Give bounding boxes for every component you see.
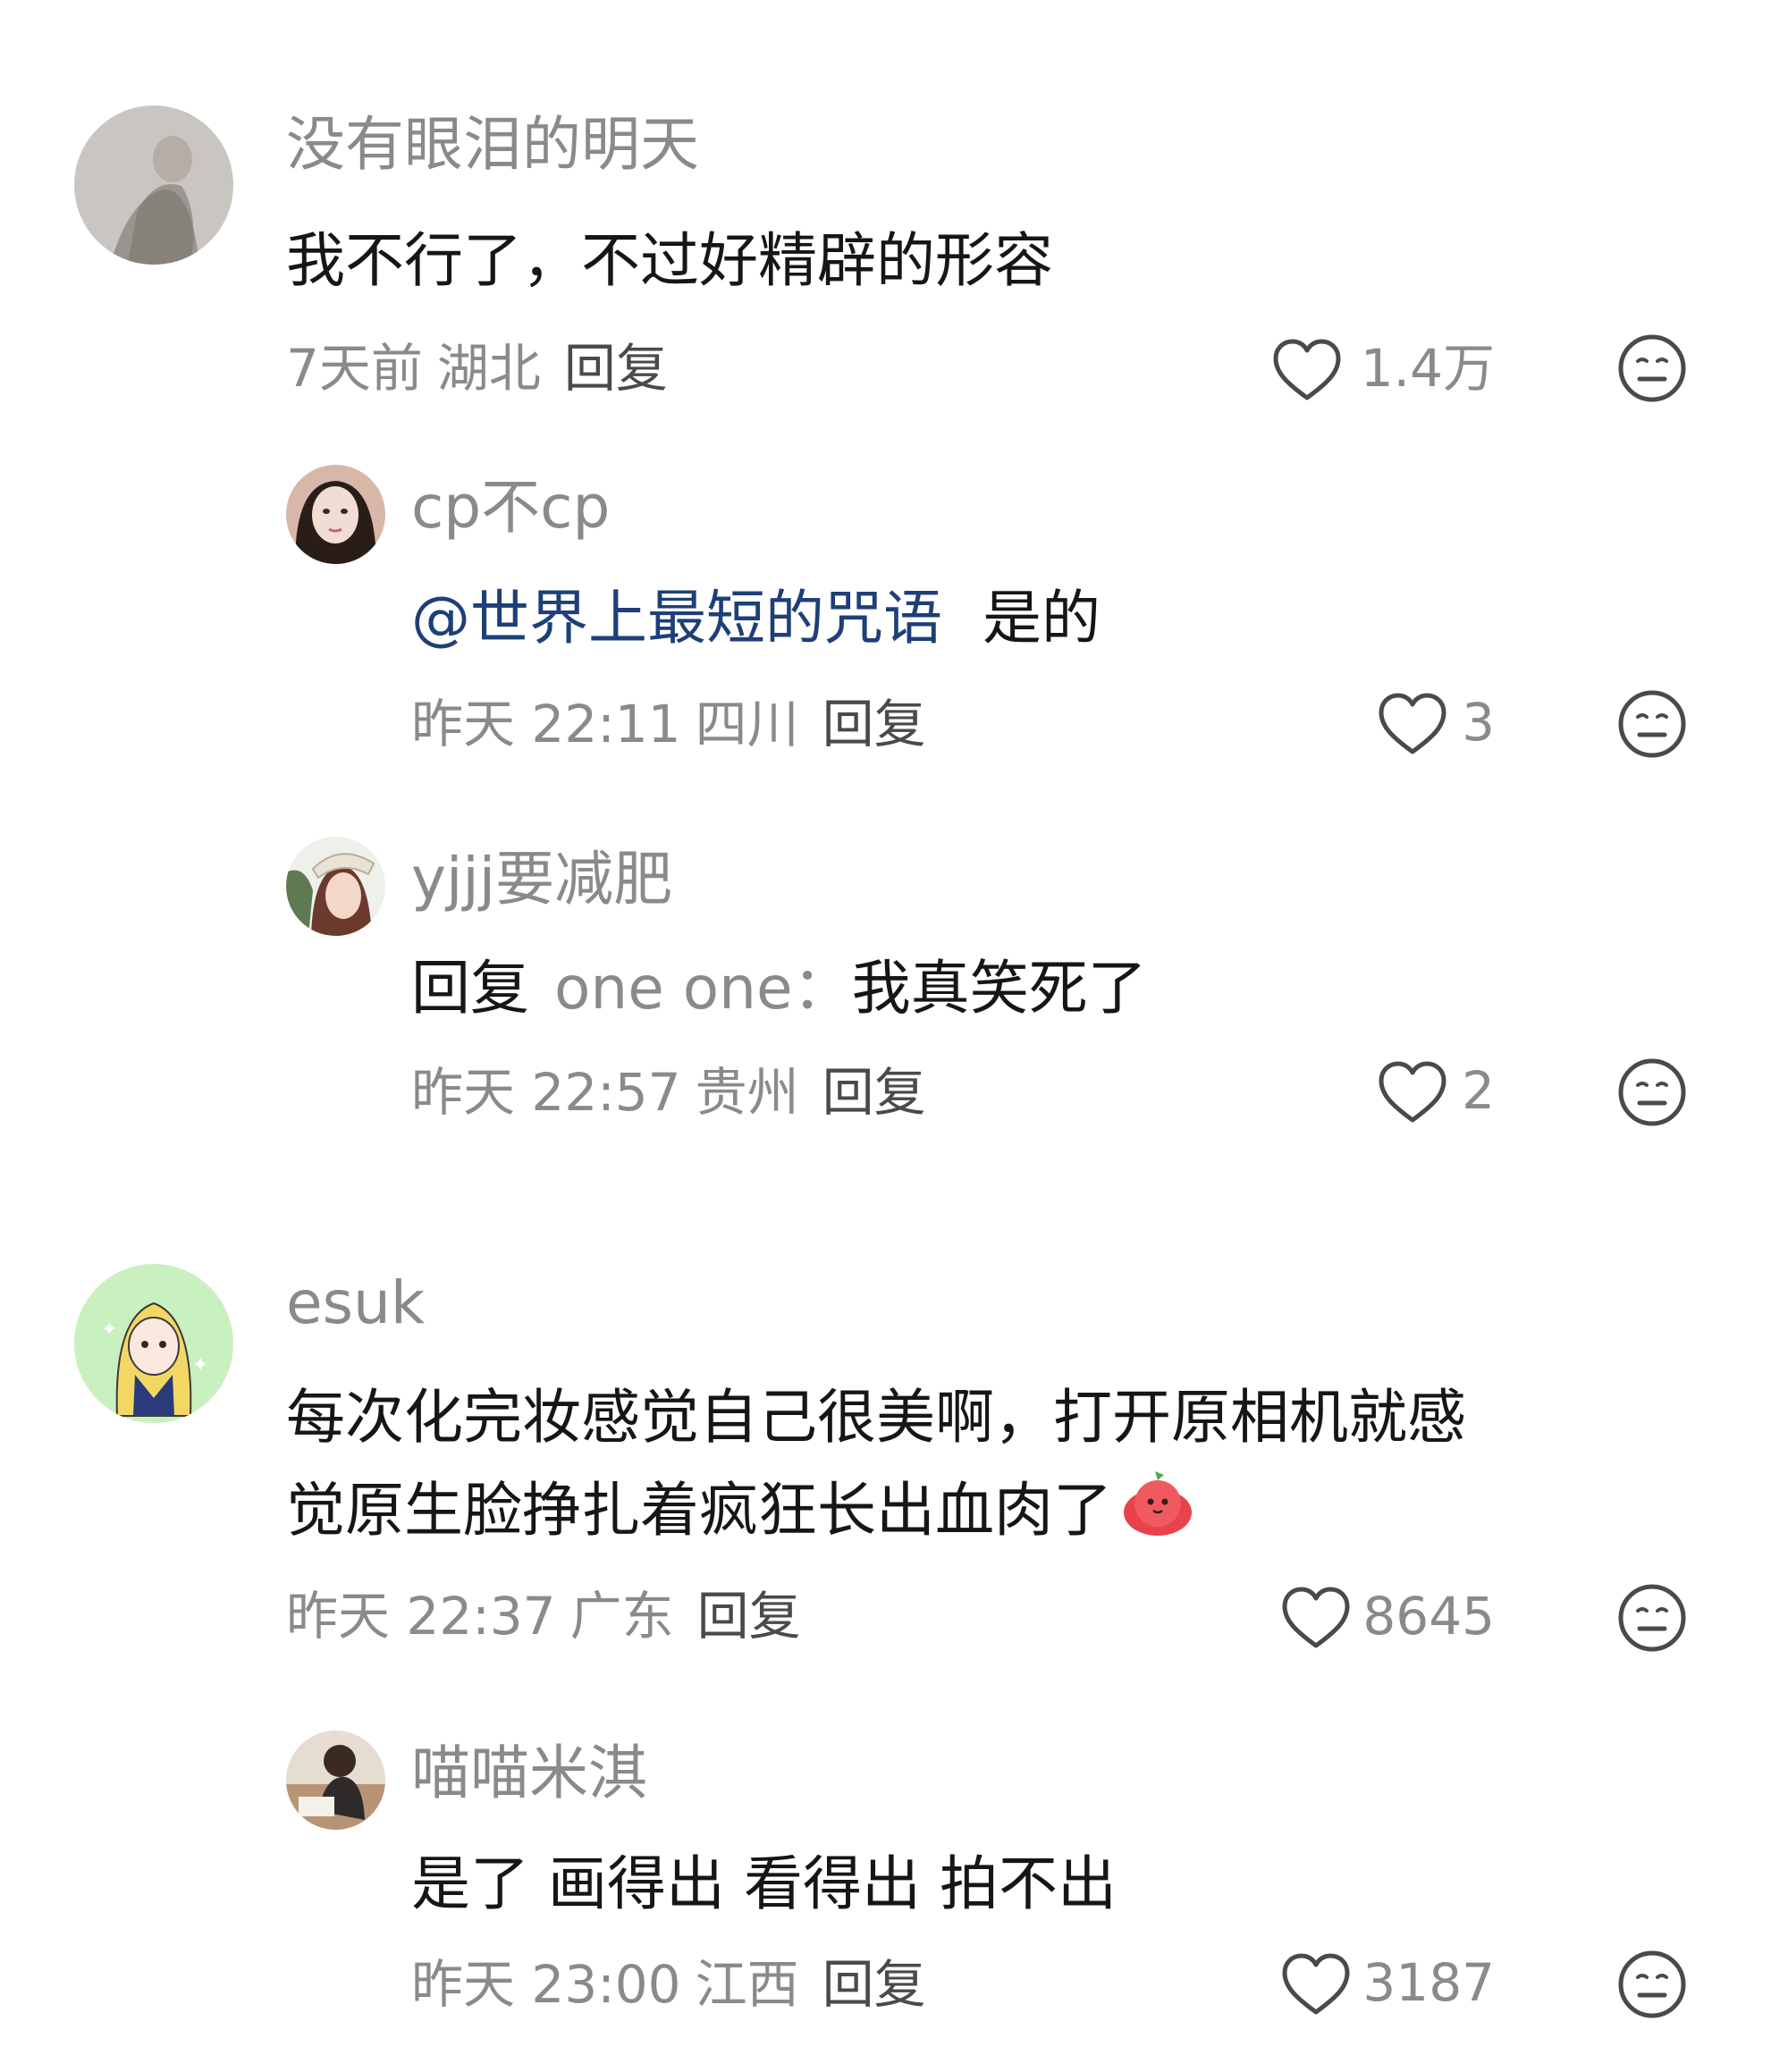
comment-meta: 7天前 湖北 回复 [286,336,668,400]
reply-target-name[interactable]: one one： [554,954,852,1023]
timestamp: 昨天 22:37 [286,1586,556,1647]
like-count: 3187 [1362,1952,1495,2013]
reply-button[interactable]: 回复 [564,338,668,399]
heart-outline-icon [1273,339,1341,400]
username[interactable]: 没有眼泪的明天 [286,109,699,181]
comment-text: 是了 画得出 看得出 拍不出 [411,1849,1117,1918]
comment-text: 我不行了，不过好精辟的形容 [286,226,1053,295]
reply-button[interactable]: 回复 [822,1954,926,2015]
location: 湖北 [436,338,541,399]
dislike-button[interactable] [1616,1582,1688,1654]
timestamp: 7天前 [286,338,423,399]
neutral-face-icon [1618,1058,1686,1126]
like-count: 2 [1462,1060,1495,1121]
mention-link[interactable]: @世界上最短的咒语 [411,584,942,653]
reply-prefix: 回复 [411,954,529,1023]
reply-button[interactable]: 回复 [697,1586,801,1647]
neutral-face-icon [1618,334,1686,402]
svg-text:✦: ✦ [101,1318,117,1341]
timestamp: 昨天 22:11 [411,694,681,754]
heart-outline-icon [1379,1061,1446,1123]
heart-outline-icon [1282,1953,1350,2015]
timestamp: 昨天 23:00 [411,1954,681,2015]
like-count: 1.4万 [1360,338,1495,399]
comment-text: 回复 one one：我真笑死了 [411,942,1147,1035]
avatar[interactable] [286,837,385,936]
location: 江西 [695,1954,799,2015]
neutral-face-icon [1618,1584,1686,1652]
comment-text: @世界上最短的咒语 是的 [411,572,1101,665]
reply-text: 我真笑死了 [851,954,1147,1023]
username[interactable]: 喵喵米淇 [411,1738,647,1809]
avatar-image: ✦ ✦ [74,1264,233,1423]
username[interactable]: cp不cp [411,472,610,543]
timestamp: 昨天 22:57 [411,1062,681,1123]
comment-meta: 昨天 22:57 贵州 回复 [411,1060,926,1124]
avatar[interactable]: ✦ ✦ [74,1264,233,1423]
like-button[interactable] [1280,1949,1352,2020]
avatar[interactable] [286,1731,385,1830]
avatar-image [286,465,385,564]
comment-text-line-2: 觉原生脸挣扎着疯狂长出血肉了 [286,1464,1196,1557]
neutral-face-icon [1618,690,1686,758]
location: 四川 [695,694,799,754]
like-button[interactable] [1280,1582,1352,1654]
heart-outline-icon [1282,1587,1350,1648]
like-button[interactable] [1377,1057,1448,1128]
dislike-button[interactable] [1616,333,1688,404]
reply-button[interactable]: 回复 [822,694,926,754]
red-blob-emoji [1124,1471,1192,1536]
dislike-button[interactable] [1616,1949,1688,2020]
like-count: 3 [1462,692,1495,753]
avatar[interactable] [74,105,233,265]
username[interactable]: yjjj要减肥 [411,844,672,915]
like-button[interactable] [1377,688,1448,760]
comment-meta: 昨天 22:11 四川 回复 [411,692,926,756]
comment-text-line-1: 每次化完妆感觉自己很美啊，打开原相机就感 [286,1383,1466,1452]
location: 贵州 [695,1062,799,1123]
dislike-button[interactable] [1616,1057,1688,1128]
comment-text: 觉原生脸挣扎着疯狂长出血肉了 [286,1476,1112,1545]
svg-text:✦: ✦ [192,1354,208,1377]
avatar[interactable] [286,465,385,564]
reply-button[interactable]: 回复 [822,1062,926,1123]
neutral-face-icon [1618,1950,1686,2018]
avatar-image [286,1731,385,1830]
username[interactable]: esuk [286,1268,425,1339]
reply-text: 是的 [982,584,1101,653]
location: 广东 [569,1586,674,1647]
avatar-image [74,105,233,265]
like-count: 8645 [1362,1586,1495,1647]
dislike-button[interactable] [1616,688,1688,760]
like-button[interactable] [1271,334,1343,406]
comment-meta: 昨天 22:37 广东 回复 [286,1584,801,1648]
avatar-image [286,837,385,936]
heart-outline-icon [1379,693,1446,754]
comment-meta: 昨天 23:00 江西 回复 [411,1952,926,2017]
